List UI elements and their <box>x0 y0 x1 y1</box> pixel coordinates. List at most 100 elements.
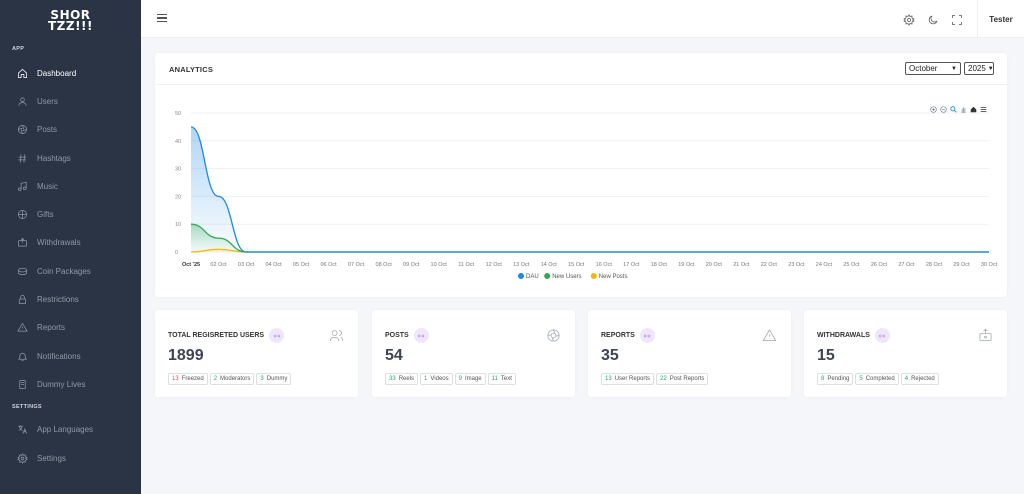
series-area <box>191 126 989 252</box>
link-icon[interactable] <box>639 328 655 343</box>
fullscreen-icon[interactable] <box>951 13 963 25</box>
bell-icon <box>16 350 29 363</box>
user-icon <box>16 95 29 108</box>
sidebar-item-settings[interactable]: Settings <box>0 444 141 472</box>
x-tick-label: 05 Oct <box>293 262 310 268</box>
legend-marker <box>518 273 524 279</box>
series-area <box>191 224 989 252</box>
link-icon[interactable] <box>874 328 890 343</box>
chip-count: 11 <box>491 376 498 382</box>
logo[interactable]: SHOR TZZ!!! <box>0 0 141 42</box>
chip-label: Post Reports <box>669 376 705 382</box>
x-tick-label: 25 Oct <box>843 262 860 268</box>
sidebar-item-label: App Languages <box>37 425 94 435</box>
x-tick-label: 19 Oct <box>678 262 695 268</box>
sidebar-item-restrictions[interactable]: Restrictions <box>0 285 141 313</box>
x-tick-label: 29 Oct <box>953 262 970 268</box>
y-tick-label: 30 <box>175 167 181 173</box>
sidebar-item-withdrawals[interactable]: Withdrawals <box>0 229 141 257</box>
sidebar-item-hashtags[interactable]: Hashtags <box>0 144 141 172</box>
y-tick-label: 0 <box>175 250 178 256</box>
stat-title: TOTAL REGISRETED USERS <box>168 332 265 339</box>
sidebar-item-label: Gifts <box>37 210 54 220</box>
stat-card-withdrawals: WITHDRAWALS 15 8 Pending 5 Completed 4 Reje… <box>804 310 1007 397</box>
chip-label: Pending <box>827 376 850 382</box>
sidebar-item-label: Users <box>37 96 58 106</box>
section-label-app: APP <box>12 46 25 52</box>
chip-count: 2 <box>213 376 218 382</box>
stat-value: 35 <box>601 347 619 364</box>
x-tick-label: 06 Oct <box>320 262 337 268</box>
chip-count: 8 <box>821 376 825 382</box>
x-tick-label: Oct '25 <box>182 262 200 268</box>
sidebar-item-dummy-lives[interactable]: Dummy Lives <box>0 370 141 398</box>
x-tick-label: 11 Oct <box>458 262 474 268</box>
user-menu[interactable]: Tester <box>977 0 1024 38</box>
chip-post-reports: 22 Post Reports <box>656 373 709 385</box>
x-tick-label: 27 Oct <box>898 262 915 268</box>
chip-label: Completed <box>865 376 895 382</box>
chip-pending: 8 Pending <box>817 373 854 385</box>
stat-chips: 8 Pending 5 Completed 4 Rejected <box>817 373 939 385</box>
language-icon <box>16 423 29 436</box>
sidebar-item-label: Dummy Lives <box>37 379 86 389</box>
chip-completed: 5 Completed <box>855 373 899 385</box>
x-tick-label: 28 Oct <box>926 262 943 268</box>
alert-triangle-icon <box>16 321 29 334</box>
chip-rejected: 4 Rejected <box>900 373 939 385</box>
sidebar-item-reports[interactable]: Reports <box>0 314 141 342</box>
sidebar-item-label: Music <box>37 181 58 191</box>
chip-count: 9 <box>458 376 462 382</box>
stat-chips: 13 User Reports 22 Post Reports <box>601 373 709 385</box>
y-tick-label: 50 <box>175 111 181 117</box>
x-tick-label: 10 Oct <box>431 262 448 268</box>
withdraw-icon <box>978 328 993 343</box>
legend-marker <box>544 273 551 279</box>
sidebar-item-posts[interactable]: Posts <box>0 116 141 144</box>
sidebar-item-label: Coin Packages <box>37 266 91 276</box>
logo-line-2: TZZ!!! <box>47 19 93 33</box>
chip-label: Rejected <box>911 376 935 382</box>
x-tick-label: 21 Oct <box>733 262 750 268</box>
gift-icon <box>16 208 29 221</box>
chip-count: 4 <box>904 376 909 382</box>
sidebar-item-users[interactable]: Users <box>0 87 141 115</box>
aperture-icon <box>16 123 29 136</box>
x-tick-label: 12 Oct <box>486 262 503 268</box>
menu-toggle-icon[interactable] <box>157 14 167 24</box>
stat-card-posts: POSTS 54 33 Reels 1 Videos 9 Image 11 Text <box>372 310 575 397</box>
chip-label: Freezed <box>181 376 204 382</box>
chip-count: 22 <box>660 376 667 382</box>
sidebar-item-notifications[interactable]: Notifications <box>0 342 141 370</box>
gear-icon[interactable] <box>903 13 915 26</box>
hash-icon <box>16 152 29 165</box>
link-icon[interactable] <box>269 328 285 343</box>
stat-value: 54 <box>385 347 403 364</box>
aperture-icon <box>546 328 561 343</box>
x-tick-label: 08 Oct <box>376 262 393 268</box>
series-line <box>190 223 989 253</box>
link-icon[interactable] <box>413 328 429 343</box>
sidebar-item-gifts[interactable]: Gifts <box>0 200 141 228</box>
analytics-chart: 0 10 20 30 40 50 Oct '25 02 Oct 03 Oct 04 Oct 05 … <box>175 111 998 280</box>
analytics-card: ANALYTICS October ▼ 2025 ▼ 0 10 20 30 40 50 O… <box>155 53 1007 297</box>
sidebar-item-label: Settings <box>37 453 66 463</box>
chip-dummy: 3 Dummy <box>256 373 292 385</box>
x-tick-label: 23 Oct <box>788 262 805 268</box>
lock-icon <box>16 293 29 306</box>
x-tick-label: 04 Oct <box>265 262 282 268</box>
stat-title: WITHDRAWALS <box>817 332 870 339</box>
x-tick-label: 24 Oct <box>816 262 833 268</box>
sidebar-item-label: Notifications <box>37 351 81 361</box>
sidebar-item-app-languages[interactable]: App Languages <box>0 416 141 444</box>
chip-label: Videos <box>430 376 449 382</box>
moon-icon[interactable] <box>927 13 939 25</box>
sidebar-item-music[interactable]: Music <box>0 172 141 200</box>
x-tick-label: 16 Oct <box>596 262 613 268</box>
chip-user-reports: 13 User Reports <box>601 373 655 385</box>
y-tick-label: 20 <box>175 194 181 200</box>
sidebar-item-dashboard[interactable]: Dashboard <box>0 59 141 87</box>
sidebar-item-label: Dashboard <box>37 68 77 78</box>
x-tick-label: 22 Oct <box>761 262 778 268</box>
sidebar-item-coin-packages[interactable]: Coin Packages <box>0 257 141 285</box>
